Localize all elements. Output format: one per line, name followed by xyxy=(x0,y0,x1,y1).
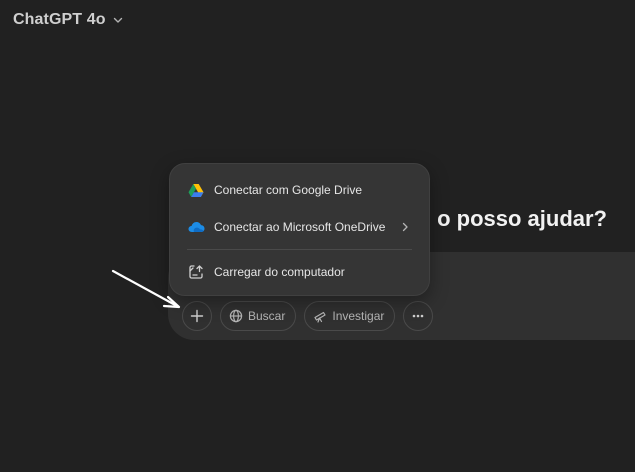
menu-item-google-drive[interactable]: Conectar com Google Drive xyxy=(170,175,429,205)
google-drive-icon xyxy=(187,181,205,199)
research-button[interactable]: Investigar xyxy=(304,301,396,331)
menu-item-label: Carregar do computador xyxy=(214,265,345,279)
chatgpt-window: ChatGPT 4o o posso ajudar? Buscar Invest… xyxy=(0,0,635,472)
telescope-icon xyxy=(313,309,327,323)
add-attachment-button[interactable] xyxy=(182,301,212,331)
attach-menu: Conectar com Google Drive Conectar ao Mi… xyxy=(169,163,430,296)
menu-item-label: Conectar ao Microsoft OneDrive xyxy=(214,220,386,234)
menu-item-onedrive[interactable]: Conectar ao Microsoft OneDrive xyxy=(170,212,429,242)
onedrive-icon xyxy=(187,218,205,236)
research-button-label: Investigar xyxy=(332,309,385,323)
globe-icon xyxy=(229,309,243,323)
search-button-label: Buscar xyxy=(248,309,286,323)
more-options-button[interactable] xyxy=(403,301,434,331)
plus-icon xyxy=(190,309,204,323)
composer-toolbar: Buscar Investigar xyxy=(182,301,434,331)
menu-item-upload-computer[interactable]: Carregar do computador xyxy=(170,257,429,287)
menu-divider xyxy=(187,249,412,250)
model-selector-label: ChatGPT 4o xyxy=(13,11,106,28)
chevron-right-icon xyxy=(400,222,412,232)
chevron-down-icon xyxy=(112,14,124,26)
menu-item-label: Conectar com Google Drive xyxy=(214,183,363,197)
search-button[interactable]: Buscar xyxy=(220,301,297,331)
model-selector[interactable]: ChatGPT 4o xyxy=(13,11,124,29)
more-horizontal-icon xyxy=(411,309,425,323)
upload-file-icon xyxy=(187,263,205,281)
